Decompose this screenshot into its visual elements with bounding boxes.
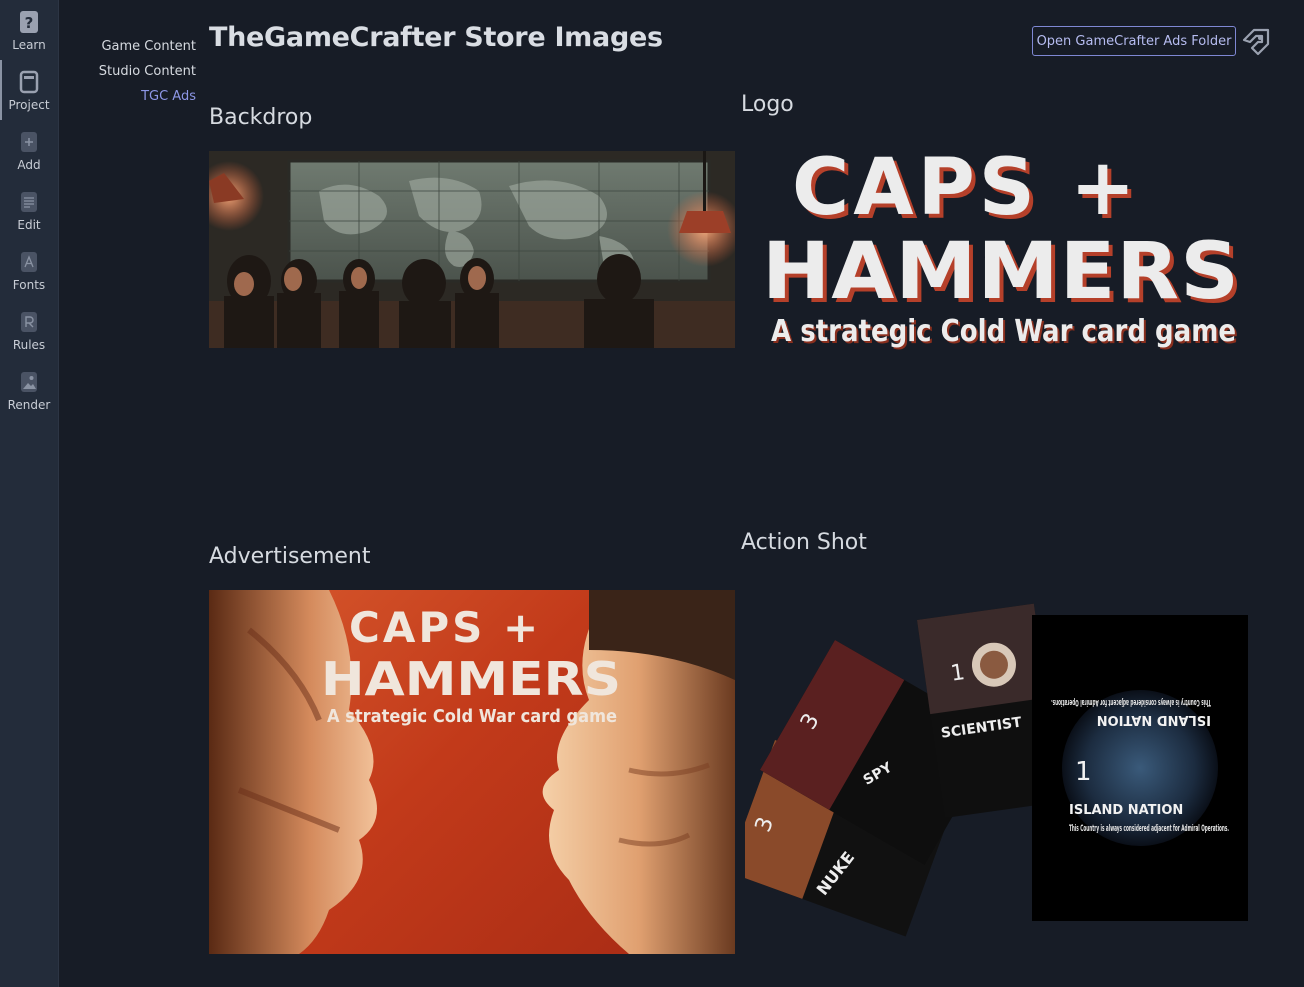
action-shot-image[interactable]: 3 NUKE 3 SPY 1 SCIENTIST 1 ISLAND NATION… — [727, 600, 1255, 940]
island-text: This Country is always considered adjace… — [1069, 824, 1229, 834]
rail-learn[interactable]: ? Learn — [0, 0, 58, 60]
logo-tagline: A strategic Cold War card game — [771, 314, 1236, 349]
rail-label: Render — [7, 398, 51, 412]
rules-icon — [19, 310, 39, 334]
svg-text:?: ? — [25, 14, 34, 32]
subnav-tgc-ads[interactable]: TGC Ads — [60, 86, 196, 111]
action-shot-heading: Action Shot — [741, 530, 867, 555]
island-title: ISLAND NATION — [1069, 803, 1183, 818]
left-rail: ? Learn Project Add Edit Fonts Rules Ren… — [0, 0, 59, 987]
box-icon — [19, 70, 39, 94]
ad-logo-tagline: A strategic Cold War card game — [327, 706, 617, 727]
rail-label: Rules — [12, 338, 46, 352]
document-icon — [19, 190, 39, 214]
rail-add[interactable]: Add — [0, 120, 58, 180]
logo-line1: CAPS + — [792, 143, 1139, 233]
font-icon — [19, 250, 39, 274]
rail-label: Project — [8, 98, 50, 112]
advertisement-image[interactable]: CAPS + HAMMERS A strategic Cold War card… — [209, 590, 735, 954]
logo-heading: Logo — [741, 92, 794, 117]
island-text-inverted: This Country is always considered adjace… — [1051, 697, 1211, 707]
backdrop-heading: Backdrop — [209, 105, 313, 130]
rail-label: Fonts — [12, 278, 46, 292]
logo-image[interactable]: CAPS + CAPS + HAMMERS HAMMERS A strategi… — [760, 140, 1250, 355]
gamecrafter-logo-icon[interactable] — [1240, 24, 1272, 56]
rail-edit[interactable]: Edit — [0, 180, 58, 240]
page-title: TheGameCrafter Store Images — [209, 22, 663, 53]
question-icon: ? — [19, 10, 39, 34]
rail-render[interactable]: Render — [0, 360, 58, 420]
rail-label: Learn — [12, 38, 46, 52]
open-ads-folder-button[interactable]: Open GameCrafter Ads Folder — [1032, 26, 1236, 56]
island-nation-card: 1 ISLAND NATION This Country is always c… — [1032, 615, 1248, 921]
ad-logo-line2: HAMMERS — [321, 652, 621, 706]
sub-navigation: Game Content Studio Content TGC Ads — [60, 36, 196, 111]
rail-fonts[interactable]: Fonts — [0, 240, 58, 300]
subnav-studio-content[interactable]: Studio Content — [60, 61, 196, 86]
advertisement-heading: Advertisement — [209, 544, 371, 569]
island-cost: 1 — [1075, 757, 1092, 787]
rail-label: Add — [17, 158, 41, 172]
logo-line2: HAMMERS — [762, 227, 1240, 317]
island-title-inverted: ISLAND NATION — [1097, 712, 1211, 727]
rail-project[interactable]: Project — [0, 60, 58, 120]
ad-logo-line1: CAPS + — [349, 603, 541, 652]
rail-rules[interactable]: Rules — [0, 300, 58, 360]
rail-label: Edit — [17, 218, 41, 232]
image-icon — [19, 370, 39, 394]
subnav-game-content[interactable]: Game Content — [60, 36, 196, 61]
plus-icon — [19, 130, 39, 154]
backdrop-image[interactable] — [209, 151, 735, 348]
